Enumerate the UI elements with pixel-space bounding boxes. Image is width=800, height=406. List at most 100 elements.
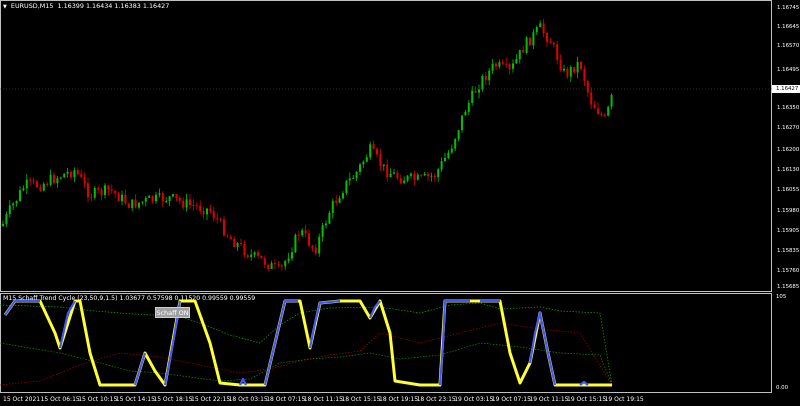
candle-body [15, 200, 18, 204]
candle-body [165, 200, 168, 202]
candle-body [121, 194, 123, 202]
candle-body [182, 200, 185, 208]
candle-body [138, 202, 140, 208]
candle-body [481, 76, 484, 90]
candle-body [2, 223, 4, 226]
schaff-toggle-button[interactable]: Schaff ON [155, 307, 190, 318]
candle-body [467, 102, 470, 112]
candle-body [556, 44, 559, 60]
candle-body [393, 172, 395, 174]
candle-body [216, 218, 219, 220]
indicator-scale-bottom: 0.00 [776, 385, 789, 391]
candle-body [515, 59, 518, 64]
candle-body [359, 164, 361, 172]
candle-body [124, 194, 127, 204]
candle-body [559, 59, 562, 71]
price-label: 1.15980 [777, 208, 800, 214]
candle-body [151, 195, 154, 202]
candle-body [563, 68, 565, 71]
candle-body [161, 193, 164, 202]
candle-body [287, 258, 290, 261]
candle-body [348, 178, 351, 181]
candle-body [512, 63, 514, 69]
candle-body [117, 193, 120, 202]
current-price-tag: 1.16427 [772, 85, 800, 93]
candle-body [195, 205, 198, 207]
indicator-scale-top: 105 [776, 294, 787, 300]
candle-body [362, 161, 365, 165]
candle-body [304, 230, 307, 234]
candle-body [280, 265, 283, 267]
candle-body [100, 189, 103, 195]
candle-body [270, 263, 273, 269]
candle-body [243, 244, 246, 256]
candle-body [600, 114, 603, 116]
candle-body [369, 144, 372, 158]
candle-body [542, 23, 545, 34]
candle-body [420, 174, 423, 176]
candle-body [335, 201, 338, 203]
candle-body [447, 152, 450, 158]
candle-body [416, 174, 419, 180]
candle-body [539, 23, 542, 28]
time-label: 19 Oct 15:15 [567, 396, 607, 403]
candle-body [158, 193, 161, 195]
candle-body [403, 180, 406, 184]
price-label: 1.16350 [777, 105, 800, 111]
candle-body [311, 245, 314, 248]
price-label: 1.16495 [777, 67, 800, 73]
candle-body [355, 171, 358, 179]
indicator-chart[interactable] [0, 293, 772, 393]
dropdown-triangle-icon[interactable]: ▼ [3, 4, 7, 10]
time-axis: 15 Oct 2021 15 Oct 06:15 15 Oct 10:15 15 Oc… [0, 394, 800, 406]
candle-body [233, 239, 236, 248]
candle-body [63, 173, 66, 178]
candle-body [505, 63, 508, 65]
candle-body [386, 164, 389, 178]
candle-body [522, 49, 525, 53]
time-label: 18 Oct 15:15 [341, 396, 381, 403]
candle-body [19, 190, 21, 201]
price-label: 1.16055 [777, 187, 800, 193]
time-label: 19 Oct 11:15 [529, 396, 569, 403]
candle-body [5, 214, 8, 224]
candle-body [226, 235, 229, 237]
candle-body [294, 234, 297, 253]
candle-body [25, 179, 28, 189]
candle-body [22, 188, 25, 191]
candle-body [474, 90, 477, 93]
candle-body [471, 90, 474, 103]
candle-body [406, 175, 409, 181]
candle-body [593, 104, 596, 109]
candle-body [342, 192, 344, 199]
candle-body [29, 179, 32, 181]
price-chart[interactable] [0, 0, 772, 292]
candle-body [546, 33, 548, 42]
time-label: 18 Oct 03:15 [228, 396, 268, 403]
candle-body [148, 195, 151, 198]
time-label: 18 Oct 07:15 [266, 396, 306, 403]
candle-body [352, 178, 355, 180]
candle-body [110, 189, 113, 191]
candle-body [454, 138, 457, 149]
candle-body [267, 264, 270, 269]
candle-body [131, 199, 134, 209]
candle-body [56, 178, 59, 184]
candle-body [250, 254, 253, 258]
candle-body [257, 252, 259, 256]
candle-body [178, 197, 181, 201]
candle-body [291, 252, 293, 259]
candle-body [59, 177, 62, 179]
candle-body [583, 68, 586, 82]
candle-body [114, 190, 117, 194]
candle-body [189, 199, 191, 205]
candle-body [331, 201, 334, 213]
candle-body [501, 62, 504, 64]
candle-body [399, 178, 402, 184]
candle-body [423, 173, 426, 176]
candle-body [461, 115, 463, 131]
candle-body [488, 70, 491, 81]
candle-body [206, 208, 208, 215]
candle-body [491, 63, 494, 71]
candle-body [223, 219, 225, 236]
